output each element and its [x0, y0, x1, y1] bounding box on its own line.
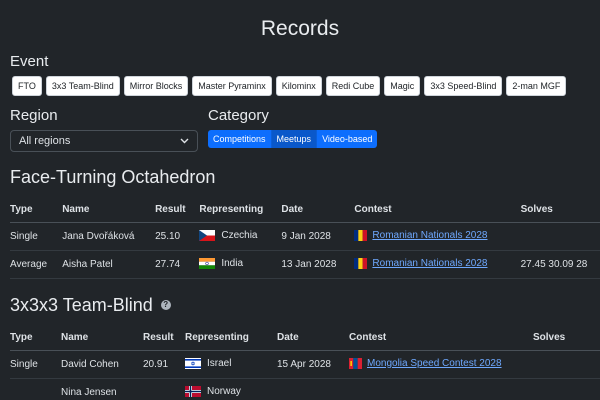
event-button-group: FTO 3x3 Team-Blind Mirror Blocks Master … [12, 76, 590, 96]
cell-type: Average [10, 250, 63, 279]
cell-type: Single [10, 350, 61, 379]
category-button-meetups[interactable]: Meetups [271, 130, 318, 148]
page-title: Records [260, 17, 340, 40]
country-name: Czechia [221, 229, 258, 241]
table-header-row: Type Name Result Representing Date Conte… [10, 324, 600, 351]
india-flag-icon [199, 257, 216, 269]
category-filter: Category Competitions Meetups Video-base… [208, 107, 378, 152]
header-name: Name [62, 196, 156, 223]
section-title-text: Face-Turning Octahedron [10, 167, 216, 187]
cell-type: Single [10, 222, 63, 251]
cell-result [143, 378, 185, 400]
cell-result: 20.91 [143, 350, 185, 379]
cell-result: 25.10 [155, 222, 200, 251]
cell-type [10, 378, 61, 400]
header-date: Date [281, 196, 355, 223]
event-button-kilominx[interactable]: Kilominx [275, 76, 322, 96]
cell-representing: Norway [185, 378, 277, 400]
mongolia-flag-icon [349, 357, 362, 369]
contest-link[interactable]: Romanian Nationals 2028 [372, 258, 487, 269]
region-filter: Region All regions [10, 107, 208, 152]
event-label: Event [10, 53, 49, 70]
cell-date [277, 378, 349, 400]
cell-solves [520, 222, 600, 251]
cell-contest: Romanian Nationals 2028 [354, 222, 521, 251]
cell-representing: Czechia [199, 222, 282, 251]
cell-contest: Mongolia Speed Contest 2028 [349, 350, 533, 379]
records-table-3x3-team-blind: Type Name Result Representing Date Conte… [10, 324, 600, 400]
header-representing: Representing [199, 196, 282, 223]
chevron-down-icon [180, 136, 189, 146]
event-button-3x3-team-blind[interactable]: 3x3 Team-Blind [45, 76, 120, 96]
header-solves: Solves [533, 324, 600, 351]
section-title-3x3-team-blind: 3x3x3 Team-Blind ? [10, 294, 171, 316]
category-button-video-based[interactable]: Video-based [317, 130, 378, 148]
romania-flag-icon [354, 257, 368, 269]
header-representing: Representing [185, 324, 277, 351]
region-select-value: All regions [19, 135, 71, 147]
header-name: Name [61, 324, 143, 351]
cell-name[interactable]: Aisha Patel [62, 250, 156, 279]
header-solves: Solves [520, 196, 600, 223]
category-button-group: Competitions Meetups Video-based [208, 130, 378, 148]
category-button-competitions[interactable]: Competitions [208, 130, 272, 148]
table-row: Nina Jensen Norway [10, 378, 600, 400]
event-button-fto[interactable]: FTO [12, 76, 42, 96]
category-label: Category [208, 107, 269, 124]
records-page: Records Event FTO 3x3 Team-Blind Mirror … [0, 0, 600, 400]
contest-link[interactable]: Mongolia Speed Contest 2028 [367, 358, 502, 369]
header-type: Type [10, 324, 61, 351]
country-name: Israel [207, 357, 232, 369]
table-row: Single Jana Dvořáková 25.10 Czechia 9 Ja… [10, 222, 600, 251]
cell-result: 27.74 [155, 250, 200, 279]
cell-date: 15 Apr 2028 [277, 350, 349, 379]
section-title-text: 3x3x3 Team-Blind [10, 295, 153, 315]
cell-date: 9 Jan 2028 [281, 222, 355, 251]
records-table-fto: Type Name Result Representing Date Conte… [10, 196, 600, 279]
romania-flag-icon [354, 229, 368, 241]
header-contest: Contest [354, 196, 521, 223]
cell-name[interactable]: David Cohen [61, 350, 143, 379]
cell-solves: 27.45 30.09 28 [520, 250, 600, 279]
table-row: Average Aisha Patel 27.74 India 13 Jan 2… [10, 250, 600, 279]
header-date: Date [277, 324, 349, 351]
event-button-3x3-speed-blind[interactable]: 3x3 Speed-Blind [424, 76, 503, 96]
header-type: Type [10, 196, 63, 223]
contest-link[interactable]: Romanian Nationals 2028 [372, 230, 487, 241]
event-button-redi-cube[interactable]: Redi Cube [325, 76, 381, 96]
event-button-mirror-blocks[interactable]: Mirror Blocks [123, 76, 189, 96]
norway-flag-icon [185, 385, 201, 397]
cell-representing: Israel [185, 350, 277, 379]
cell-date: 13 Jan 2028 [281, 250, 355, 279]
cell-solves [533, 378, 600, 400]
region-select[interactable]: All regions [10, 130, 198, 152]
event-button-master-pyraminx[interactable]: Master Pyraminx [192, 76, 272, 96]
cell-name[interactable]: Nina Jensen [61, 378, 143, 400]
header-contest: Contest [349, 324, 533, 351]
israel-flag-icon [185, 357, 201, 369]
czechia-flag-icon [199, 229, 216, 241]
cell-name[interactable]: Jana Dvořáková [62, 222, 156, 251]
filters-row: Region All regions Category Competitions… [10, 107, 590, 152]
event-button-magic[interactable]: Magic [384, 76, 421, 96]
cell-contest: Romanian Nationals 2028 [354, 250, 521, 279]
table-row: Single David Cohen 20.91 Israel 15 Apr 2… [10, 350, 600, 379]
cell-solves [533, 350, 600, 379]
table-header-row: Type Name Result Representing Date Conte… [10, 196, 600, 223]
country-name: India [221, 257, 244, 269]
region-label: Region [10, 107, 58, 124]
header-result: Result [155, 196, 200, 223]
country-name: Norway [207, 385, 241, 397]
section-title-fto: Face-Turning Octahedron [10, 166, 215, 188]
help-icon[interactable]: ? [160, 300, 171, 310]
cell-contest [349, 378, 533, 400]
event-button-2-man-mgf[interactable]: 2-man MGF [506, 76, 567, 96]
cell-representing: India [199, 250, 282, 279]
header-result: Result [143, 324, 185, 351]
